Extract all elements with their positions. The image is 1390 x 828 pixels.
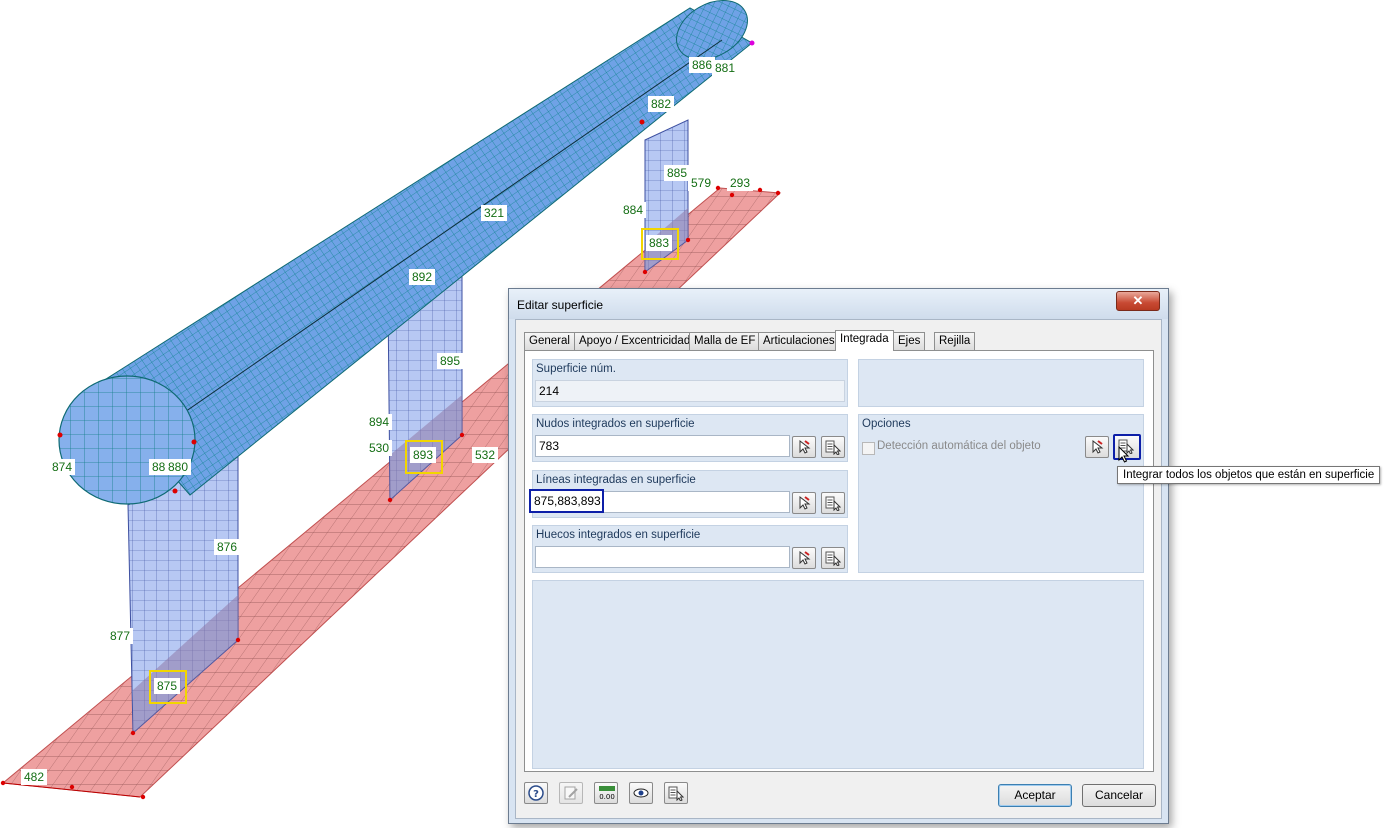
pick-lines-button[interactable] — [792, 492, 816, 514]
model-label-894: 894 — [366, 414, 393, 430]
tab-support-eccentricity[interactable]: Apoyo / Excentricidad — [574, 332, 696, 350]
model-label-532: 532 — [472, 447, 499, 463]
cancel-button[interactable]: Cancelar — [1082, 784, 1156, 807]
select-nodes-list-button[interactable] — [821, 436, 845, 458]
model-label-321: 321 — [481, 205, 508, 221]
integrate-all-tooltip: Integrar todos los objetos que están en … — [1117, 466, 1381, 484]
integrated-openings-label: Huecos integrados en superficie — [536, 529, 701, 541]
model-label-876: 876 — [214, 539, 241, 555]
integrated-lines-group: Líneas integradas en superficie 875,883,… — [529, 470, 848, 518]
surface-number-field: 214 — [535, 380, 845, 402]
integrated-lines-label: Líneas integradas en superficie — [536, 474, 696, 486]
highlight-box-875 — [149, 670, 187, 704]
model-label-874: 874 — [49, 459, 76, 475]
list-select-icon — [825, 551, 841, 566]
close-button[interactable]: ✕ — [1116, 291, 1160, 311]
integrated-nodes-group: Nudos integrados en superficie 783 — [532, 414, 848, 462]
integrated-nodes-input[interactable]: 783 — [535, 435, 790, 457]
model-label-579: 579 — [688, 175, 715, 191]
select-openings-list-button[interactable] — [821, 547, 845, 569]
select-lines-list-button[interactable] — [821, 492, 845, 514]
pick-nodes-button[interactable] — [792, 436, 816, 458]
edit-surface-dialog: Editar superficie ✕ General Apoyo / Exce… — [508, 288, 1169, 824]
tab-axes[interactable]: Ejes — [893, 332, 926, 350]
list-select-icon — [668, 786, 684, 801]
help-icon: ? — [528, 785, 544, 801]
options-label: Opciones — [862, 418, 911, 430]
model-label-895: 895 — [437, 353, 464, 369]
units-icon: 0.00 — [599, 786, 615, 801]
edit-button[interactable] — [559, 782, 583, 804]
svg-text:0.00: 0.00 — [599, 793, 615, 801]
pick-openings-button[interactable] — [792, 547, 816, 569]
model-label-293: 293 — [727, 175, 754, 191]
surface-number-label: Superficie núm. — [536, 363, 616, 375]
pick-cursor-icon — [799, 439, 811, 454]
tab-panel-integrated: Superficie núm. 214 Nudos integrados en … — [524, 350, 1154, 772]
help-button[interactable]: ? — [524, 782, 548, 804]
blank-info-group — [858, 359, 1144, 407]
model-label-885: 885 — [664, 165, 691, 181]
model-label-877: 877 — [107, 628, 134, 644]
view-button[interactable] — [629, 782, 653, 804]
eye-icon — [633, 788, 649, 798]
auto-detect-checkbox[interactable] — [862, 442, 875, 455]
integrated-openings-group: Huecos integrados en superficie — [532, 525, 848, 573]
model-label-882: 882 — [648, 96, 675, 112]
pick-cursor-icon — [799, 550, 811, 565]
dialog-titlebar[interactable]: Editar superficie ✕ — [509, 289, 1168, 319]
pick-cursor-icon — [799, 495, 811, 510]
highlight-box-893 — [405, 440, 443, 474]
model-label-881: 881 — [712, 60, 739, 76]
units-button[interactable]: 0.00 — [594, 782, 618, 804]
integrated-nodes-label: Nudos integrados en superficie — [536, 418, 695, 430]
select-in-model-button[interactable] — [664, 782, 688, 804]
mouse-cursor-icon — [1118, 446, 1130, 463]
list-select-icon — [825, 440, 841, 455]
surface-number-group: Superficie núm. 214 — [532, 359, 848, 407]
tab-integrated[interactable]: Integrada — [835, 330, 894, 351]
tab-general[interactable]: General — [524, 332, 575, 350]
model-label-884: 884 — [620, 202, 647, 218]
integrated-openings-input[interactable] — [535, 546, 790, 568]
model-label-530: 530 — [366, 440, 393, 456]
model-label-892: 892 — [409, 269, 436, 285]
description-area — [532, 580, 1144, 769]
options-group: Opciones Detección automática del objeto — [858, 414, 1144, 573]
tab-grid[interactable]: Rejilla — [934, 332, 976, 350]
tab-fe-mesh[interactable]: Malla de EF — [689, 332, 761, 350]
pick-cursor-icon — [1092, 439, 1104, 454]
tab-hinges[interactable]: Articulaciones — [758, 332, 840, 350]
ok-button[interactable]: Aceptar — [998, 784, 1072, 807]
highlight-box-883 — [641, 228, 679, 260]
svg-text:?: ? — [533, 789, 539, 800]
pick-objects-button[interactable] — [1085, 436, 1109, 458]
edit-icon — [564, 786, 578, 800]
dialog-title: Editar superficie — [517, 298, 604, 312]
auto-detect-label: Detección automática del objeto — [877, 440, 1041, 452]
model-label-482: 482 — [21, 769, 48, 785]
list-select-icon — [825, 496, 841, 511]
model-label-880: 880 — [165, 459, 192, 475]
integrated-lines-value-highlight: 875,883,893 — [529, 489, 604, 513]
dialog-client: General Apoyo / Excentricidad Malla de E… — [515, 319, 1162, 819]
